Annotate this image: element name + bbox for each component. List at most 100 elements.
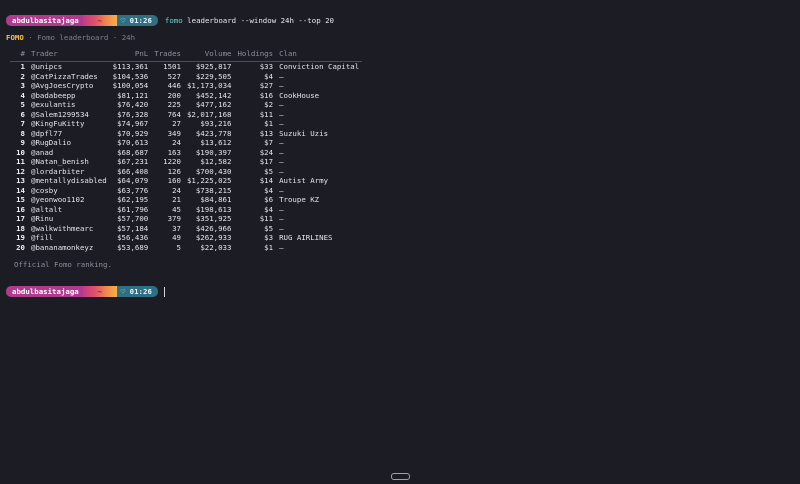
col-trades-header: Trades xyxy=(151,49,184,62)
row-clan: Troupe KZ xyxy=(279,195,320,204)
prompt-line-idle[interactable]: abdulbasitajaga ~ ♡ 01:26 xyxy=(6,286,165,297)
command-bin: fomo xyxy=(164,16,183,25)
leaderboard-table: # Trader PnL Trades Volume Holdings Clan… xyxy=(10,49,363,252)
row-holdings: $11 xyxy=(259,214,274,223)
row-rank: 20 xyxy=(16,242,25,252)
row-clan: – xyxy=(279,109,284,119)
col-pnl-header: PnL xyxy=(109,49,152,62)
row-clan: – xyxy=(279,214,284,223)
row-rank: 7 xyxy=(20,119,25,128)
row-trades: 225 xyxy=(167,100,181,109)
row-trades: 764 xyxy=(167,109,181,119)
row-rank: 3 xyxy=(20,81,25,90)
header-separator: · xyxy=(112,33,118,42)
text-cursor xyxy=(163,286,165,297)
row-pnl: $113,361 xyxy=(112,62,149,71)
scroll-indicator-icon[interactable] xyxy=(391,473,410,480)
row-pnl: $57,184 xyxy=(117,223,149,233)
row-trader: @AvgJoesCrypto xyxy=(31,81,94,90)
row-pnl: $76,328 xyxy=(117,109,149,119)
row-pnl: $74,967 xyxy=(117,119,149,128)
command-text: fomo leaderboard --window 24h --top 20 xyxy=(165,16,334,25)
row-volume: $700,430 xyxy=(195,166,232,176)
prompt-time-segment: ♡ 01:26 xyxy=(116,286,158,297)
row-clan: Autist Army xyxy=(279,176,329,185)
row-holdings: $4 xyxy=(264,204,274,214)
table-row: 8 @dpfl77 $70,929 349 $423,778 $13 Suzuki Uzis xyxy=(10,129,362,139)
table-row: 5 @exulantis $76,420 225 $477,162 $2– xyxy=(10,100,362,110)
row-trades: 163 xyxy=(167,147,181,157)
table-row: 15 @yeonwoo1102 $62,195 21 $84,861 $6 Troupe K… xyxy=(10,195,362,205)
row-clan: – xyxy=(279,204,284,214)
row-volume: $925,817 xyxy=(195,62,232,71)
row-holdings: $1 xyxy=(264,119,274,128)
row-trades: 200 xyxy=(167,90,181,100)
row-holdings: $6 xyxy=(264,195,274,204)
command-args: leaderboard --window 24h --top 20 xyxy=(182,16,335,25)
row-pnl: $56,436 xyxy=(117,233,149,242)
row-trader: @dpfl77 xyxy=(31,128,63,138)
row-trader: @Rinu xyxy=(31,214,54,223)
row-volume: $198,613 xyxy=(195,204,232,214)
row-trades: 24 xyxy=(172,185,181,195)
row-volume: $93,216 xyxy=(200,119,232,128)
row-trades: 5 xyxy=(176,242,181,252)
table-row: 2 @CatPizzaTrades $104,536 527 $229,505 $4– xyxy=(10,72,362,82)
leaderboard-title: Fomo leaderboard xyxy=(37,33,109,42)
row-trades: 527 xyxy=(167,71,181,81)
col-rank-header: # xyxy=(10,49,28,62)
row-volume: $452,142 xyxy=(195,90,232,100)
row-holdings: $11 xyxy=(259,109,274,119)
row-pnl: $70,613 xyxy=(117,138,149,147)
row-holdings: $16 xyxy=(259,90,274,100)
row-rank: 15 xyxy=(16,195,25,204)
row-clan: – xyxy=(279,223,284,233)
row-clan: – xyxy=(279,242,284,252)
row-rank: 4 xyxy=(20,90,25,100)
row-trader: @walkwithmearc xyxy=(31,223,94,233)
row-trader: @yeonwoo1102 xyxy=(31,195,85,204)
row-rank: 6 xyxy=(20,109,25,119)
row-holdings: $24 xyxy=(259,147,274,157)
col-clan-header: Clan xyxy=(276,49,363,62)
row-rank: 17 xyxy=(16,214,25,223)
row-rank: 5 xyxy=(20,100,25,109)
row-holdings: $4 xyxy=(264,185,274,195)
row-trades: 21 xyxy=(172,195,181,204)
row-volume: $13,612 xyxy=(200,138,232,147)
row-clan: CookHouse xyxy=(279,90,320,100)
row-volume: $190,397 xyxy=(195,147,232,157)
table-row: 11 @Natan_benish $67,231 1220 $12,582 $17– xyxy=(10,157,362,167)
row-trades: 37 xyxy=(172,223,181,233)
row-volume: $22,033 xyxy=(200,242,232,252)
row-trader: @RugDalio xyxy=(31,138,72,147)
row-clan: – xyxy=(279,119,284,128)
row-trades: 446 xyxy=(167,81,181,90)
row-clan: – xyxy=(279,81,284,90)
row-pnl: $66,408 xyxy=(117,166,149,176)
table-row: 17 @Rinu $57,700 379 $351,925 $11– xyxy=(10,214,362,224)
row-volume: $1,173,034 xyxy=(186,81,232,90)
table-row: 13 @mentallydisabled $64,079 160 $1,225,025 $… xyxy=(10,176,362,186)
table-row: 1 @unipcs $113,361 1501 $925,817 $33 Convictio… xyxy=(10,62,362,72)
row-pnl: $62,195 xyxy=(117,195,149,204)
row-pnl: $67,231 xyxy=(117,157,149,166)
row-pnl: $53,689 xyxy=(117,242,149,252)
row-holdings: $1 xyxy=(264,242,274,252)
row-holdings: $33 xyxy=(259,62,274,71)
row-volume: $229,505 xyxy=(195,71,232,81)
row-volume: $423,778 xyxy=(195,128,232,138)
table-row: 3 @AvgJoesCrypto $100,054 446 $1,173,034 $27– xyxy=(10,81,362,91)
col-holdings-header: Holdings xyxy=(234,49,277,62)
row-holdings: $13 xyxy=(259,128,274,138)
footnote: Official Fomo ranking. xyxy=(14,260,112,269)
row-rank: 14 xyxy=(16,185,25,195)
row-trader: @badabeepp xyxy=(31,90,76,100)
row-rank: 2 xyxy=(20,71,25,81)
row-pnl: $70,929 xyxy=(117,128,149,138)
row-trader: @unipcs xyxy=(31,62,63,71)
row-rank: 12 xyxy=(16,166,25,176)
row-trades: 49 xyxy=(172,233,181,242)
row-holdings: $5 xyxy=(264,223,274,233)
row-volume: $351,925 xyxy=(195,214,232,223)
